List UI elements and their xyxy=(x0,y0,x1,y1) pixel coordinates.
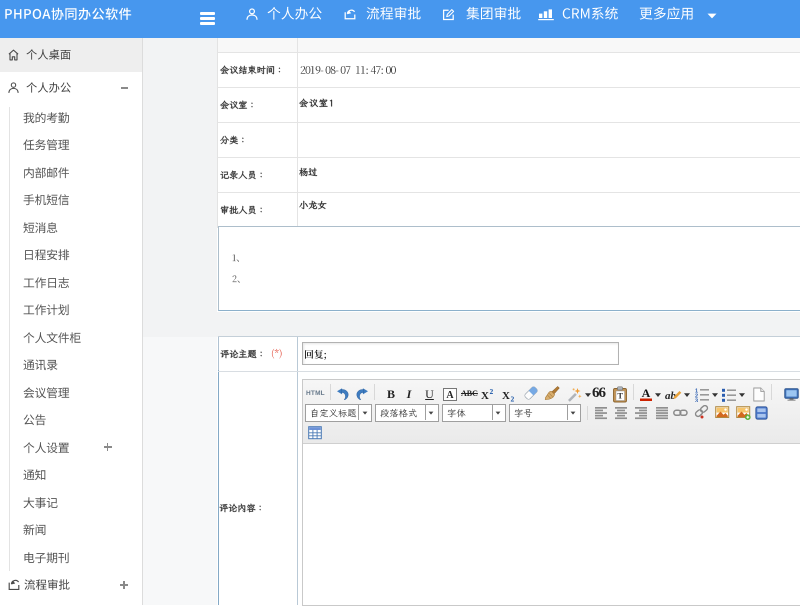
svg-text:A: A xyxy=(642,386,651,400)
svg-text:X: X xyxy=(502,390,510,402)
svg-text:2: 2 xyxy=(489,387,493,396)
svg-text:T: T xyxy=(617,391,623,401)
svg-text:2: 2 xyxy=(511,395,515,403)
svg-text:A: A xyxy=(446,390,454,401)
svg-text:X: X xyxy=(481,390,489,402)
svg-text:3: 3 xyxy=(695,399,698,403)
